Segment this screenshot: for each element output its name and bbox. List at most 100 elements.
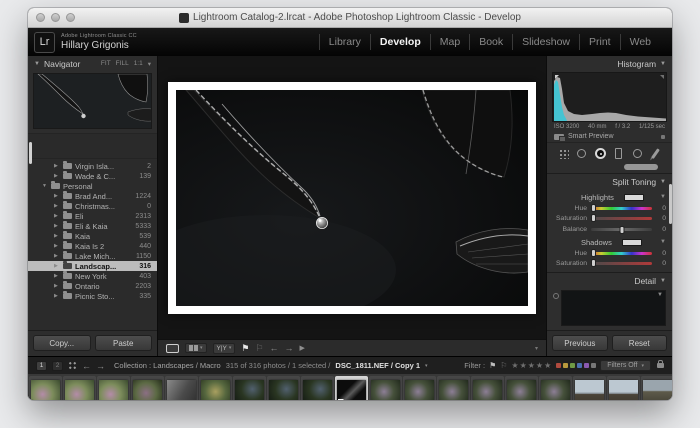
star-icon[interactable]: ★ <box>528 361 536 370</box>
module-tab[interactable]: Slideshow <box>512 34 579 50</box>
folder-row[interactable]: ▶ New York 403 <box>28 271 157 281</box>
detail-header[interactable]: Detail ▼ <box>547 273 672 289</box>
color-label-dot[interactable] <box>570 363 576 368</box>
module-tab[interactable]: Web <box>619 34 660 50</box>
reset-button[interactable]: Reset <box>611 335 667 351</box>
disclosure-triangle-icon[interactable]: ▶ <box>54 233 60 239</box>
disclosure-triangle-icon[interactable]: ▶ <box>54 223 60 229</box>
folder-row[interactable]: ▼ Personal <box>28 181 157 191</box>
module-tab[interactable]: Print <box>579 34 620 50</box>
filmstrip-thumb[interactable] <box>437 376 470 400</box>
navigator-preview[interactable] <box>33 73 152 129</box>
balance-slider[interactable] <box>591 225 652 234</box>
filmstrip-source-label[interactable]: Collection : Landscapes / Macro <box>114 361 221 370</box>
module-tab[interactable]: Book <box>469 34 512 50</box>
folder-row[interactable]: ▶ Ontario 2203 <box>28 281 157 291</box>
slideshow-play-icon[interactable]: ▶ <box>300 344 305 352</box>
folder-row[interactable]: ▶ Kaia 539 <box>28 231 157 241</box>
disclosure-triangle-icon[interactable]: ▶ <box>54 173 60 179</box>
module-tab[interactable]: Library <box>318 34 370 50</box>
filmstrip-thumb[interactable] <box>301 376 334 400</box>
toolbar-options-caret-icon[interactable]: ▾ <box>535 345 538 352</box>
detail-zoom-target-icon[interactable] <box>553 293 559 299</box>
filmstrip-thumb[interactable] <box>403 376 436 400</box>
detail-preview[interactable]: ▼ <box>553 290 666 326</box>
filmstrip-filename-label[interactable]: DSC_1811.NEF / Copy 1 <box>335 361 420 370</box>
disclosure-triangle-icon[interactable]: ▶ <box>54 283 60 289</box>
folder-row[interactable]: ▶ Eli 2313 <box>28 211 157 221</box>
star-icon[interactable]: ★ <box>520 361 528 370</box>
disclosure-triangle-icon[interactable]: ▶ <box>54 193 60 199</box>
star-icon[interactable]: ★ <box>511 361 519 370</box>
adjustment-brush-button[interactable] <box>649 147 662 160</box>
shadow-clipping-icon[interactable] <box>555 75 559 79</box>
disclosure-triangle-icon[interactable]: ▶ <box>54 213 60 219</box>
color-label-dot[interactable] <box>591 363 597 368</box>
disclosure-triangle-icon[interactable]: ▶ <box>54 253 60 259</box>
histogram-header[interactable]: Histogram ▼ <box>547 56 672 72</box>
previous-button[interactable]: Previous <box>552 335 608 351</box>
highlights-saturation-slider[interactable] <box>591 214 652 222</box>
disclosure-triangle-icon[interactable]: ▶ <box>54 273 60 279</box>
folder-row[interactable]: ▶ Picnic Sto... 335 <box>28 291 157 301</box>
flag-pick-icon[interactable]: ⚑ <box>241 343 249 354</box>
filmstrip-thumb[interactable] <box>165 376 198 400</box>
filmstrip-thumb[interactable] <box>641 376 672 400</box>
filmstrip-thumb[interactable] <box>471 376 504 400</box>
color-label-dot[interactable] <box>563 363 569 368</box>
star-icon[interactable]: ★ <box>536 361 544 370</box>
filter-flag-reject-icon[interactable]: ⚐ <box>500 361 507 370</box>
filter-flag-pick-icon[interactable]: ⚑ <box>489 361 496 370</box>
grid-view-icon[interactable] <box>68 361 77 370</box>
filter-lock-icon[interactable] <box>657 360 664 368</box>
smart-preview-row[interactable]: Smart Preview <box>547 131 672 143</box>
collapse-triangle-icon[interactable]: ▼ <box>660 61 666 67</box>
main-window-button[interactable]: 1 <box>36 360 47 371</box>
folder-row[interactable]: ▶ Brad And... 1224 <box>28 191 157 201</box>
filmstrip-thumb[interactable] <box>97 376 130 400</box>
go-forward-arrow-icon[interactable]: → <box>96 361 105 371</box>
zoom-fill-option[interactable]: FILL <box>116 60 129 68</box>
filters-off-dropdown[interactable]: Filters Off ▾ <box>600 360 651 371</box>
disclosure-triangle-icon[interactable]: ▶ <box>54 163 60 169</box>
crop-tool-button[interactable] <box>557 147 570 160</box>
collapse-triangle-icon[interactable]: ▼ <box>660 278 666 284</box>
zoom-fit-option[interactable]: FIT <box>101 60 111 68</box>
filter-color-labels[interactable] <box>556 363 597 368</box>
shadows-hue-slider[interactable] <box>591 249 652 257</box>
folder-row[interactable]: ▶ Christmas... 0 <box>28 201 157 211</box>
navigator-header[interactable]: ▼ Navigator FIT FILL 1:1 ▾ <box>28 56 157 72</box>
disclosure-triangle-icon[interactable]: ▼ <box>42 183 48 189</box>
compare-view-button[interactable]: ▾ <box>185 343 207 353</box>
copy-button[interactable]: Copy... <box>33 335 91 351</box>
red-eye-tool-button[interactable] <box>594 147 607 160</box>
module-tab[interactable]: Map <box>429 34 469 50</box>
zoom-ratio-option[interactable]: 1:1 <box>134 60 143 68</box>
split-toning-header[interactable]: Split Toning ▼ <box>547 174 672 190</box>
highlight-clipping-icon[interactable] <box>660 75 664 79</box>
shadows-saturation-slider[interactable] <box>591 259 652 267</box>
collapse-triangle-icon[interactable]: ▼ <box>34 61 40 67</box>
disclosure-triangle-icon[interactable]: ▶ <box>54 243 60 249</box>
flag-reject-icon[interactable]: ⚐ <box>255 343 263 354</box>
tool-options-pill[interactable] <box>624 164 658 170</box>
next-photo-arrow-icon[interactable]: → <box>285 343 294 353</box>
folder-row[interactable]: ▶ Wade & C... 139 <box>28 171 157 181</box>
graduated-filter-button[interactable] <box>612 147 625 160</box>
filmstrip-thumb[interactable] <box>505 376 538 400</box>
right-panel-scrollbar[interactable] <box>669 184 672 224</box>
folder-row[interactable]: ▶ Eli & Kaia 5333 <box>28 221 157 231</box>
shadows-color-swatch[interactable] <box>621 238 642 246</box>
filename-caret-icon[interactable]: ▾ <box>425 363 428 369</box>
folder-row[interactable]: ▶ Lake Mich... 1150 <box>28 251 157 261</box>
zoom-caret-icon[interactable]: ▾ <box>148 60 151 68</box>
filmstrip-thumb[interactable] <box>335 376 368 400</box>
filmstrip-thumb[interactable] <box>63 376 96 400</box>
spot-removal-tool-button[interactable] <box>575 147 588 160</box>
filmstrip-thumb[interactable] <box>233 376 266 400</box>
highlights-hue-slider[interactable] <box>591 204 652 212</box>
filmstrip-thumb[interactable] <box>369 376 402 400</box>
before-after-button[interactable]: Y|Y ▾ <box>212 342 236 354</box>
paste-button[interactable]: Paste <box>94 335 152 351</box>
disclosure-triangle-icon[interactable]: ▶ <box>54 203 60 209</box>
